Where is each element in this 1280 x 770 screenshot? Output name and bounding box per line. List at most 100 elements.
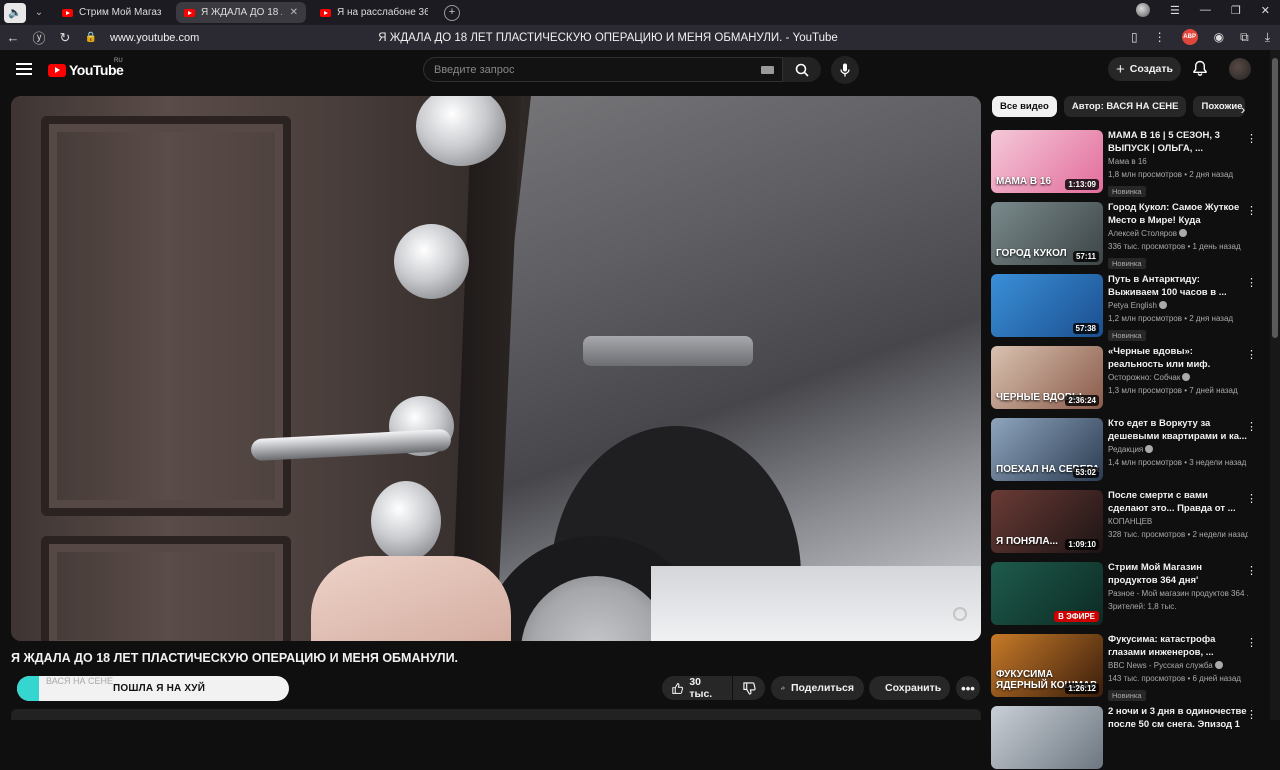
recommendation-item[interactable]: ГОРОД КУКОЛ 57:11 Город Кукол: Самое Жутко… — [991, 202, 1266, 269]
verified-icon — [1145, 445, 1154, 453]
channel-name[interactable]: Petya English — [1108, 299, 1248, 312]
recommendation-item[interactable]: В ЭФИРЕ Стрим Мой Магазин продуктов 364 д… — [991, 562, 1266, 626]
video-player[interactable] — [11, 96, 981, 641]
channel-name[interactable]: Разное - Мой магазин продуктов 364 ... — [1108, 587, 1248, 600]
url-text[interactable]: www.youtube.com — [110, 32, 199, 44]
description-box[interactable] — [11, 709, 981, 720]
video-title-link[interactable]: Стрим Мой Магазин продуктов 364 дня' — [1108, 562, 1248, 587]
video-title-link[interactable]: «Черные вдовы»: реальность или миф. Репо… — [1108, 346, 1248, 371]
search-input[interactable] — [434, 63, 744, 76]
speaker-icon[interactable]: 🔈 — [4, 2, 26, 23]
chip-all-videos[interactable]: Все видео — [992, 96, 1057, 117]
account-avatar[interactable] — [1229, 58, 1251, 80]
channel-name[interactable]: КОПАНЦЕВ — [1108, 515, 1248, 528]
download-icon[interactable]: ⤓ — [1265, 30, 1270, 45]
recommendation-item[interactable]: 2 ночи и 3 дня в одиночестве после 50 см… — [991, 706, 1266, 770]
close-tab-icon[interactable]: ✕ — [290, 7, 298, 18]
channel-name[interactable]: BBC News - Русская служба — [1108, 659, 1248, 672]
recommendation-item[interactable]: ФУКУСИМА ЯДЕРНЫЙ КОШМАР 1:26:12 Фукусима: … — [991, 634, 1266, 701]
page-scrollbar[interactable] — [1270, 50, 1280, 720]
video-title-link[interactable]: Путь в Антарктиду: Выживаем 100 часов в … — [1108, 274, 1248, 299]
video-thumbnail[interactable]: ГОРОД КУКОЛ 57:11 — [991, 202, 1103, 265]
close-window-icon[interactable]: ✕ — [1261, 4, 1270, 17]
like-button[interactable]: 30 тыс. — [662, 676, 732, 700]
collections-icon[interactable]: ⧉ — [1240, 30, 1249, 45]
more-vertical-icon[interactable]: ⋮ — [1246, 132, 1257, 145]
video-info: Стрим Мой Магазин продуктов 364 дня' Разн… — [1108, 562, 1248, 613]
browser-tab-3[interactable]: Я на расслабоне 365 дне — [312, 2, 436, 23]
save-button[interactable]: Сохранить — [869, 676, 950, 700]
video-frame-hand — [311, 556, 511, 641]
video-thumbnail[interactable] — [991, 706, 1103, 769]
video-title-link[interactable]: Фукусима: катастрофа глазами инженеров, … — [1108, 634, 1248, 659]
hamburger-menu-icon[interactable] — [16, 63, 32, 75]
channel-name[interactable]: Осторожно: Собчак — [1108, 371, 1248, 384]
channel-name[interactable]: Мама в 16 — [1108, 155, 1248, 168]
microphone-icon — [840, 63, 850, 77]
share-button[interactable]: Поделиться — [771, 676, 864, 700]
search-button[interactable] — [783, 57, 821, 82]
notifications-button[interactable] — [1193, 60, 1207, 81]
more-vertical-icon[interactable]: ⋮ — [1246, 276, 1257, 289]
chevron-right-icon[interactable]: › — [1234, 100, 1252, 118]
more-vertical-icon[interactable]: ⋮ — [1246, 492, 1257, 505]
door-lock — [394, 224, 469, 299]
new-tab-button[interactable]: + — [444, 4, 460, 21]
browser-tab-1[interactable]: Стрим Мой Магазин прод — [54, 2, 170, 23]
scrollbar-thumb[interactable] — [1272, 58, 1278, 338]
adblock-icon[interactable]: ABP — [1181, 29, 1198, 45]
more-vertical-icon[interactable]: ⋮ — [1246, 420, 1257, 433]
more-actions-button[interactable]: ••• — [956, 676, 980, 700]
video-title-link[interactable]: 2 ночи и 3 дня в одиночестве после 50 см… — [1108, 706, 1248, 731]
channel-name[interactable]: Редакция — [1108, 443, 1248, 456]
video-info: Путь в Антарктиду: Выживаем 100 часов в … — [1108, 274, 1248, 343]
recommendation-item[interactable]: МАМА В 16 1:13:09 МАМА В 16 | 5 СЕЗОН, 3 В… — [991, 130, 1266, 197]
more-vertical-icon[interactable]: ⋮ — [1246, 636, 1257, 649]
youtube-favicon-icon — [62, 8, 73, 17]
profile-avatar[interactable] — [1136, 3, 1151, 17]
duration-badge: 1:09:10 — [1065, 539, 1099, 550]
more-icon[interactable]: ⋮ — [1154, 30, 1166, 44]
recommendation-item[interactable]: ПОЕХАЛ НА СЕВЕРА 53:02 Кто едет в Воркуту … — [991, 418, 1266, 482]
video-title-link[interactable]: Город Кукол: Самое Жуткое Место в Мире! … — [1108, 202, 1248, 227]
youtube-logo[interactable]: YouTube RU — [48, 58, 124, 78]
menu-icon[interactable]: ☰ — [1170, 4, 1180, 17]
chip-author[interactable]: Автор: ВАСЯ НА СЕНЕ — [1063, 96, 1187, 117]
browser-tab-2[interactable]: Я ЖДАЛА ДО 18 ЛЕ ✕ — [176, 2, 306, 23]
video-thumbnail[interactable]: 57:38 — [991, 274, 1103, 337]
more-vertical-icon[interactable]: ⋮ — [1246, 708, 1257, 721]
channel-name[interactable]: Алексей Столяров — [1108, 227, 1248, 240]
video-thumbnail[interactable]: ПОЕХАЛ НА СЕВЕРА 53:02 — [991, 418, 1103, 481]
chevron-down-icon[interactable]: ⌄ — [30, 7, 48, 18]
video-thumbnail[interactable]: ФУКУСИМА ЯДЕРНЫЙ КОШМАР 1:26:12 — [991, 634, 1103, 697]
voice-search-button[interactable] — [831, 56, 859, 84]
video-title-link[interactable]: После смерти с вами сделают это... Правд… — [1108, 490, 1248, 515]
minimize-icon[interactable]: — — [1200, 4, 1211, 16]
video-title-link[interactable]: Кто едет в Воркуту за дешевыми квартирам… — [1108, 418, 1248, 443]
keyboard-icon[interactable] — [761, 66, 774, 74]
verified-icon — [1178, 229, 1187, 237]
recommendation-item[interactable]: ЧЕРНЫЕ ВДОВЫ 2:36:24 «Черные вдовы»: реаль… — [991, 346, 1266, 410]
create-button[interactable]: + Создать — [1108, 57, 1181, 81]
media-icon[interactable]: ◉ — [1214, 30, 1224, 44]
recommendation-item[interactable]: Я ПОНЯЛА... 1:09:10 После смерти с вами сд… — [991, 490, 1266, 554]
more-vertical-icon[interactable]: ⋮ — [1246, 348, 1257, 361]
share-icon — [781, 686, 785, 690]
more-vertical-icon[interactable]: ⋮ — [1246, 564, 1257, 577]
yandex-icon[interactable]: ⓨ — [26, 28, 52, 47]
video-thumbnail[interactable]: Я ПОНЯЛА... 1:09:10 — [991, 490, 1103, 553]
recommendation-item[interactable]: 57:38 Путь в Антарктиду: Выживаем 100 час… — [991, 274, 1266, 341]
search-box — [423, 57, 783, 82]
video-thumbnail[interactable]: МАМА В 16 1:13:09 — [991, 130, 1103, 193]
dislike-button[interactable] — [733, 676, 765, 700]
more-vertical-icon[interactable]: ⋮ — [1246, 204, 1257, 217]
bookmark-icon[interactable]: ▯ — [1131, 30, 1138, 44]
restore-icon[interactable]: ❐ — [1231, 4, 1241, 17]
video-thumbnail[interactable]: В ЭФИРЕ — [991, 562, 1103, 625]
reload-icon[interactable]: ↻ — [52, 30, 78, 46]
back-icon[interactable]: ← — [0, 30, 26, 45]
video-title-link[interactable]: МАМА В 16 | 5 СЕЗОН, 3 ВЫПУСК | ОЛЬГА, .… — [1108, 130, 1248, 155]
video-thumbnail[interactable]: ЧЕРНЫЕ ВДОВЫ 2:36:24 — [991, 346, 1103, 409]
video-stats: 328 тыс. просмотров • 2 недели назад — [1108, 530, 1248, 539]
lock-icon[interactable]: 🔒 — [78, 32, 104, 43]
